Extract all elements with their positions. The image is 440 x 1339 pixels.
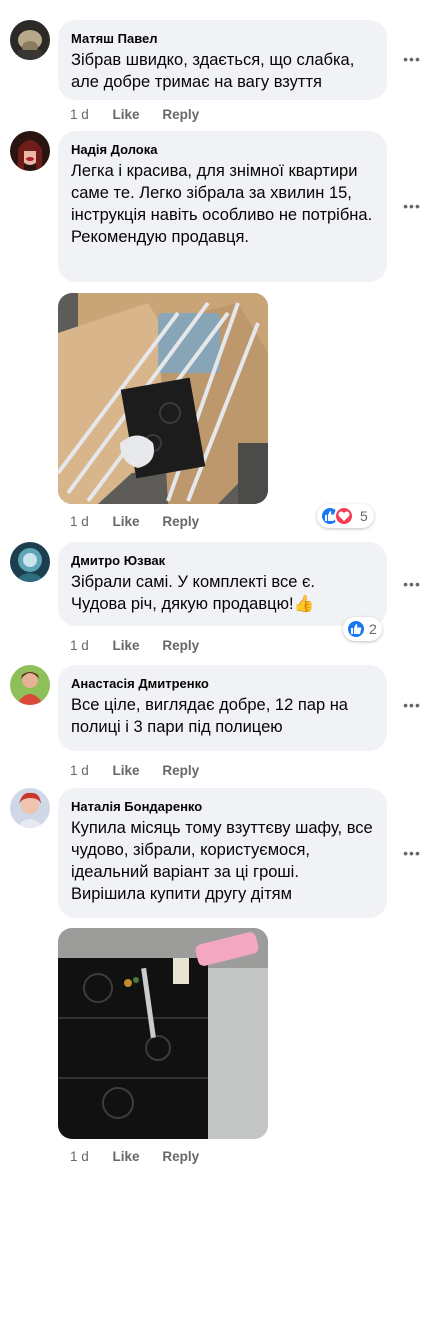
comment-bubble: Дмитро Юзвак Зібрали самі. У комплекті в…: [58, 542, 387, 626]
reply-button[interactable]: Reply: [162, 762, 199, 780]
avatar[interactable]: [10, 131, 50, 171]
timestamp[interactable]: 1 d: [70, 1148, 89, 1166]
comment-text: Легка і красива, для знімної квартири са…: [71, 162, 373, 246]
like-reaction-icon: [346, 619, 366, 639]
more-options-icon[interactable]: •••: [402, 199, 422, 213]
reaction-count: 5: [360, 508, 368, 524]
love-reaction-icon: [334, 506, 354, 526]
avatar[interactable]: [10, 788, 50, 828]
comment-text: Зібрав швидко, здається, що слабка, але …: [71, 51, 355, 91]
like-button[interactable]: Like: [113, 1148, 140, 1166]
author-name[interactable]: Анастасія Дмитренко: [71, 675, 373, 692]
reaction-count: 2: [369, 621, 377, 637]
comment-actions: 1 d Like Reply: [70, 1148, 218, 1166]
like-button[interactable]: Like: [113, 106, 140, 124]
author-name[interactable]: Наталія Бондаренко: [71, 798, 373, 815]
reaction-summary[interactable]: 5: [317, 504, 374, 528]
avatar[interactable]: [10, 20, 50, 60]
comment-text: Купила місяць тому взуттєву шафу, все чу…: [71, 819, 373, 903]
reply-button[interactable]: Reply: [162, 637, 199, 655]
more-options-icon[interactable]: •••: [402, 577, 422, 591]
comment-text: Все ціле, виглядає добре, 12 пар на поли…: [71, 696, 348, 736]
comment-bubble: Надія Долока Легка і красива, для знімно…: [58, 131, 387, 282]
comment-text: Зібрали самі. У комплекті все є. Чудова …: [71, 573, 316, 613]
timestamp[interactable]: 1 d: [70, 106, 89, 124]
comment-actions: 1 d Like Reply: [70, 637, 218, 655]
author-name[interactable]: Надія Долока: [71, 141, 373, 158]
comment-actions: 1 d Like Reply: [70, 106, 218, 124]
comment-bubble: Матяш Павел Зібрав швидко, здається, що …: [58, 20, 387, 100]
more-options-icon[interactable]: •••: [402, 52, 422, 66]
comment-actions: 1 d Like Reply: [70, 513, 218, 531]
attached-photo[interactable]: [58, 293, 268, 504]
reaction-summary[interactable]: 2: [343, 617, 382, 641]
more-options-icon[interactable]: •••: [402, 846, 422, 860]
more-options-icon[interactable]: •••: [402, 698, 422, 712]
timestamp[interactable]: 1 d: [70, 762, 89, 780]
timestamp[interactable]: 1 d: [70, 513, 89, 531]
attached-photo[interactable]: [58, 928, 268, 1139]
author-name[interactable]: Дмитро Юзвак: [71, 552, 373, 569]
avatar[interactable]: [10, 542, 50, 582]
like-button[interactable]: Like: [113, 762, 140, 780]
reply-button[interactable]: Reply: [162, 106, 199, 124]
like-button[interactable]: Like: [113, 513, 140, 531]
reply-button[interactable]: Reply: [162, 513, 199, 531]
like-button[interactable]: Like: [113, 637, 140, 655]
reply-button[interactable]: Reply: [162, 1148, 199, 1166]
author-name[interactable]: Матяш Павел: [71, 30, 373, 47]
comment-bubble: Наталія Бондаренко Купила місяць тому вз…: [58, 788, 387, 918]
comment-actions: 1 d Like Reply: [70, 762, 218, 780]
timestamp[interactable]: 1 d: [70, 637, 89, 655]
comment-bubble: Анастасія Дмитренко Все ціле, виглядає д…: [58, 665, 387, 751]
avatar[interactable]: [10, 665, 50, 705]
